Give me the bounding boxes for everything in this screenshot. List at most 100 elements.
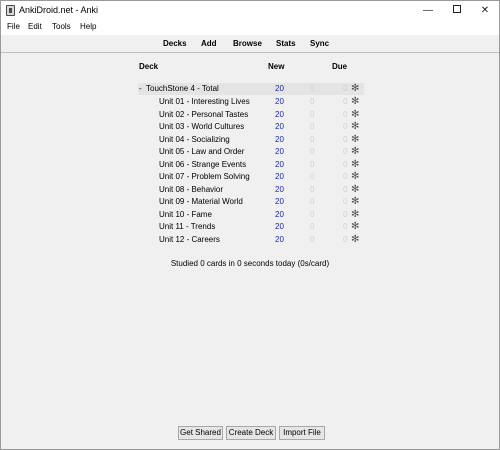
deck-name[interactable]: Unit 06 - Strange Events [159,160,246,169]
deck-row[interactable]: Unit 05 - Law and Order 20 0 0 ✻ [138,146,364,158]
due-count: 0 [343,235,348,244]
new-count: 20 [275,197,284,206]
due-count: 0 [343,135,348,144]
due-count: 0 [343,160,348,169]
top-toolbar: Decks Add Browse Stats Sync [1,35,499,53]
learn-count: 0 [310,122,315,131]
deck-column-header: Deck [139,62,159,71]
deck-row[interactable]: Unit 10 - Fame 20 0 0 ✻ [138,209,364,221]
deck-name[interactable]: Unit 05 - Law and Order [159,147,244,156]
minimize-button[interactable]: — [414,1,442,21]
gear-icon[interactable]: ✻ [351,221,359,232]
new-count: 20 [275,235,284,244]
gear-icon[interactable]: ✻ [351,209,359,220]
deck-row[interactable]: Unit 11 - Trends 20 0 0 ✻ [138,221,364,233]
due-count: 0 [343,185,348,194]
deck-row[interactable]: Unit 01 - Interesting Lives 20 0 0 ✻ [138,96,364,108]
gear-icon[interactable]: ✻ [351,146,359,157]
menu-bar: File Edit Tools Help [1,21,499,35]
learn-count: 0 [310,235,315,244]
deck-name[interactable]: Unit 10 - Fame [159,210,212,219]
toolbar-decks-link[interactable]: Decks [163,39,187,48]
create-deck-button[interactable]: Create Deck [226,426,276,440]
close-button[interactable]: ✕ [471,1,499,21]
due-column-header: Due [332,62,348,71]
gear-icon[interactable]: ✻ [351,234,359,245]
deck-row[interactable]: Unit 08 - Behavior 20 0 0 ✻ [138,184,364,196]
gear-icon[interactable]: ✻ [351,96,359,107]
learn-count: 0 [310,172,315,181]
gear-icon[interactable]: ✻ [351,196,359,207]
new-count: 20 [275,172,284,181]
menu-tools[interactable]: Tools [52,22,71,31]
maximize-icon [453,5,461,14]
new-count: 20 [275,135,284,144]
deck-name[interactable]: Unit 01 - Interesting Lives [159,97,250,106]
deck-row[interactable]: Unit 07 - Problem Solving 20 0 0 ✻ [138,171,364,183]
due-count: 0 [343,110,348,119]
new-count: 20 [275,84,284,93]
deck-row[interactable]: Unit 02 - Personal Tastes 20 0 0 ✻ [138,109,364,121]
gear-icon[interactable]: ✻ [351,109,359,120]
gear-icon[interactable]: ✻ [351,134,359,145]
menu-file[interactable]: File [7,22,20,31]
collapse-toggle[interactable]: - [139,84,142,93]
deck-row[interactable]: Unit 09 - Material World 20 0 0 ✻ [138,196,364,208]
title-bar[interactable]: AnkiDroid.net - Anki — ✕ [1,1,499,21]
learn-count: 0 [310,185,315,194]
learn-count: 0 [310,160,315,169]
menu-help[interactable]: Help [80,22,96,31]
new-count: 20 [275,147,284,156]
gear-icon[interactable]: ✻ [351,171,359,182]
new-count: 20 [275,222,284,231]
due-count: 0 [343,197,348,206]
deck-name[interactable]: Unit 12 - Careers [159,235,220,244]
due-count: 0 [343,210,348,219]
deck-row[interactable]: Unit 12 - Careers 20 0 0 ✻ [138,234,364,246]
learn-count: 0 [310,210,315,219]
deck-row[interactable]: Unit 06 - Strange Events 20 0 0 ✻ [138,159,364,171]
deck-name[interactable]: Unit 02 - Personal Tastes [159,110,248,119]
deck-name[interactable]: Unit 03 - World Cultures [159,122,244,131]
toolbar-browse-link[interactable]: Browse [233,39,262,48]
studied-summary: Studied 0 cards in 0 seconds today (0s/c… [170,259,330,268]
due-count: 0 [343,172,348,181]
deck-name[interactable]: Unit 04 - Socializing [159,135,230,144]
window-title: AnkiDroid.net - Anki [19,5,99,15]
deck-row[interactable]: Unit 03 - World Cultures 20 0 0 ✻ [138,121,364,133]
deck-name[interactable]: Unit 09 - Material World [159,197,243,206]
new-count: 20 [275,97,284,106]
due-count: 0 [343,84,348,93]
learn-count: 0 [310,135,315,144]
due-count: 0 [343,122,348,131]
new-count: 20 [275,185,284,194]
gear-icon[interactable]: ✻ [351,184,359,195]
deck-row[interactable]: Unit 04 - Socializing 20 0 0 ✻ [138,134,364,146]
deck-name[interactable]: Unit 07 - Problem Solving [159,172,250,181]
maximize-button[interactable] [443,1,471,21]
toolbar-stats-link[interactable]: Stats [276,39,296,48]
deck-name[interactable]: Unit 11 - Trends [159,222,215,231]
learn-count: 0 [310,222,315,231]
toolbar-sync-link[interactable]: Sync [310,39,329,48]
learn-count: 0 [310,97,315,106]
gear-icon[interactable]: ✻ [351,83,359,94]
deck-name[interactable]: TouchStone 4 - Total [146,84,219,93]
new-column-header: New [268,62,285,71]
menu-edit[interactable]: Edit [28,22,42,31]
new-count: 20 [275,160,284,169]
due-count: 0 [343,222,348,231]
import-file-button[interactable]: Import File [279,426,325,440]
new-count: 20 [275,122,284,131]
toolbar-add-link[interactable]: Add [201,39,217,48]
deck-row-parent[interactable]: - TouchStone 4 - Total 20 0 0 ✻ [138,83,364,95]
anki-app-icon [6,5,15,16]
new-count: 20 [275,110,284,119]
gear-icon[interactable]: ✻ [351,121,359,132]
learn-count: 0 [310,110,315,119]
gear-icon[interactable]: ✻ [351,159,359,170]
get-shared-button[interactable]: Get Shared [178,426,223,440]
deck-name[interactable]: Unit 08 - Behavior [159,185,223,194]
due-count: 0 [343,97,348,106]
learn-count: 0 [310,147,315,156]
